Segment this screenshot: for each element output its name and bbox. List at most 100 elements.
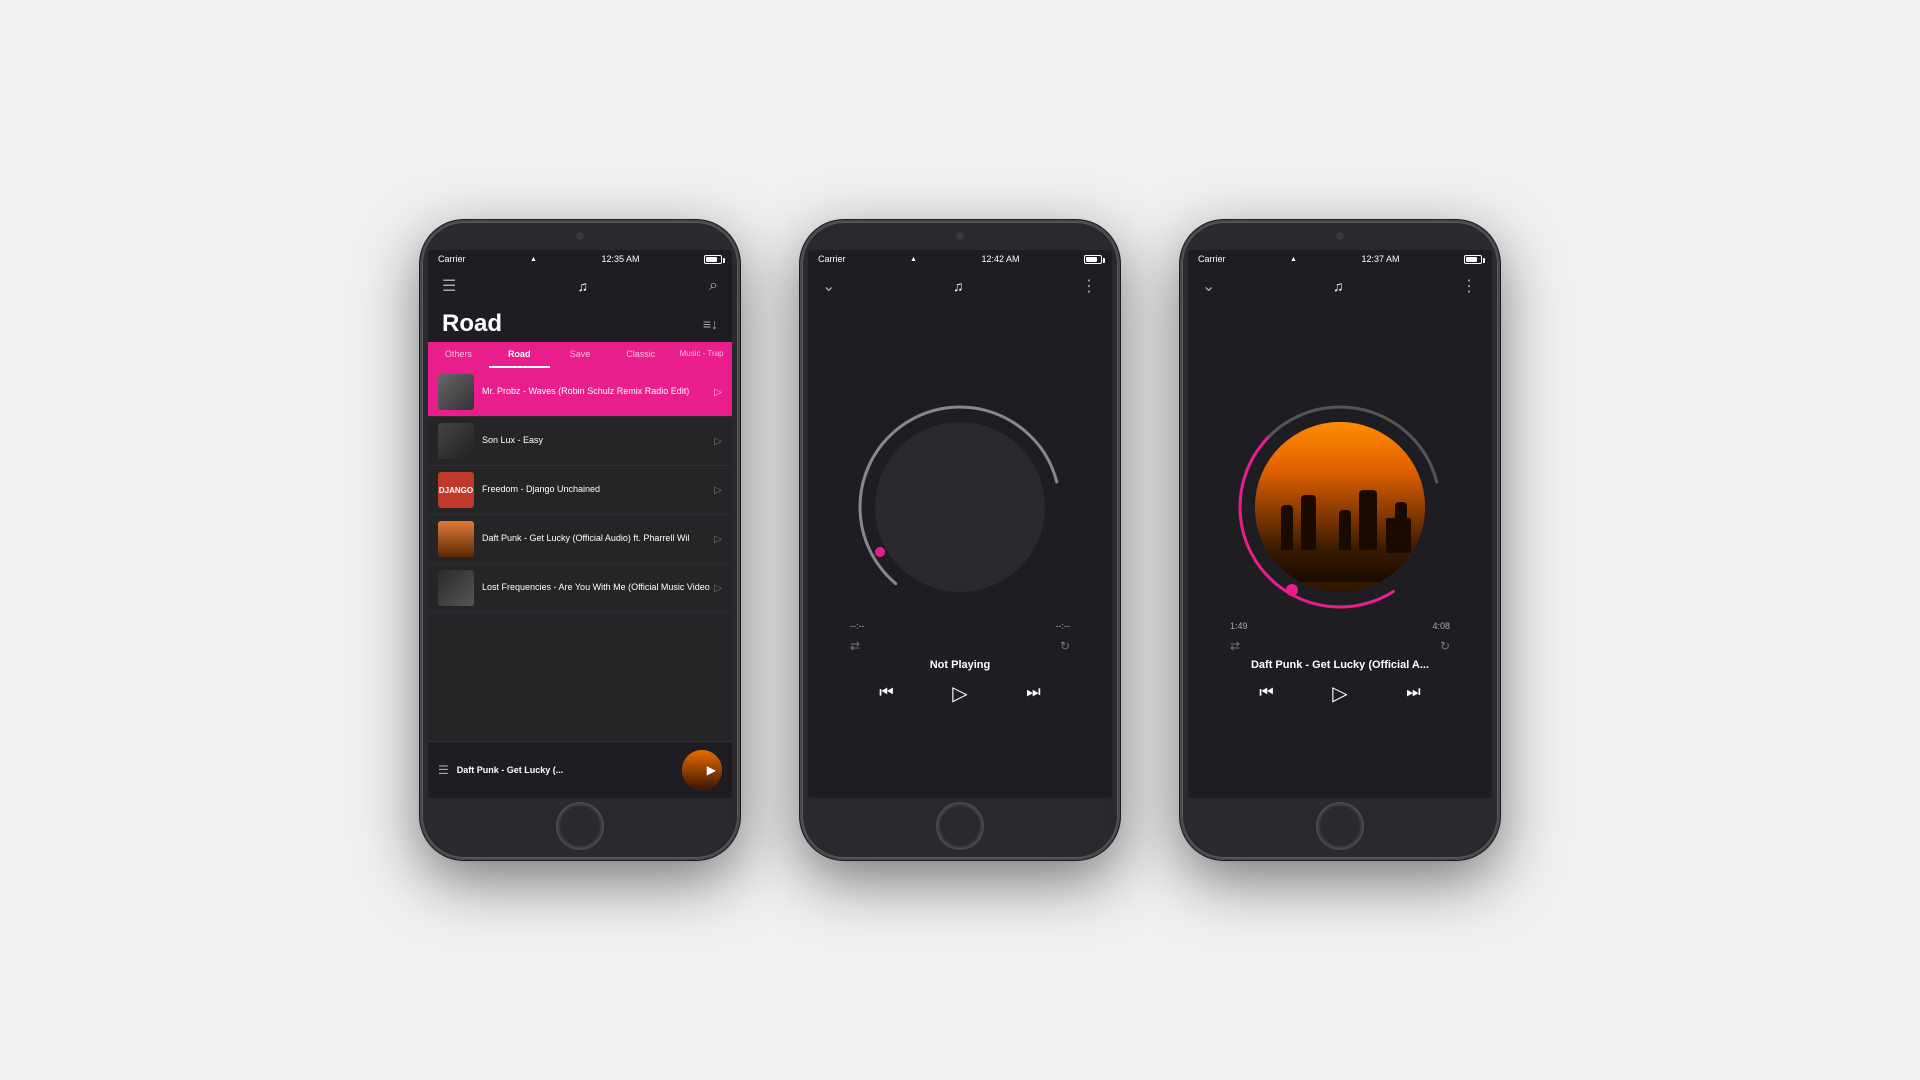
time-2: 12:42 AM: [981, 254, 1019, 264]
sort-icon[interactable]: ≡↓: [703, 316, 718, 332]
mini-player-thumb: ▶: [682, 750, 722, 790]
phone-3-screen: Carrier ▲ 12:37 AM ⌄ ♫ ⋮: [1188, 250, 1492, 798]
home-button-2[interactable]: [936, 802, 984, 850]
song-thumb-1: [438, 374, 474, 410]
carrier-3: Carrier: [1198, 254, 1226, 264]
song-title-5: Lost Frequencies - Are You With Me (Offi…: [482, 582, 714, 594]
playback-controls-3: ⏮ ▷ ⏭: [1230, 681, 1450, 706]
play-btn-5[interactable]: ▷: [714, 583, 722, 594]
wifi-icon-3: ▲: [1290, 256, 1297, 263]
controls-row-3: ⇄ ↻: [1230, 639, 1450, 653]
song-item-2[interactable]: Son Lux - Easy ▷: [428, 417, 732, 466]
tab-road[interactable]: Road: [489, 342, 550, 368]
wifi-icon-2: ▲: [910, 256, 917, 263]
mini-player[interactable]: ☰ Daft Punk - Get Lucky (... ▶: [428, 741, 732, 798]
phone-1: Carrier ▲ 12:35 AM ☰ ♫ ⌕ Road ≡↓ Others: [420, 220, 740, 860]
repeat-icon-2[interactable]: ↻: [1060, 639, 1070, 653]
phone-3: Carrier ▲ 12:37 AM ⌄ ♫ ⋮: [1180, 220, 1500, 860]
carrier-2: Carrier: [818, 254, 846, 264]
song-info-2: Son Lux - Easy: [482, 435, 714, 447]
app-logo: ♫: [577, 278, 588, 294]
play-pause-btn-3[interactable]: ▷: [1332, 681, 1347, 706]
song-title-1: Mr. Probz - Waves (Robin Schulz Remix Ra…: [482, 386, 714, 398]
battery-icon-2: [1084, 255, 1102, 264]
phone-1-screen: Carrier ▲ 12:35 AM ☰ ♫ ⌕ Road ≡↓ Others: [428, 250, 732, 798]
home-button-3[interactable]: [1316, 802, 1364, 850]
home-button-1[interactable]: [556, 802, 604, 850]
battery-icon-3: [1464, 255, 1482, 264]
repeat-icon-3[interactable]: ↻: [1440, 639, 1450, 653]
play-btn-1[interactable]: ▷: [714, 387, 722, 398]
next-btn-3[interactable]: ⏭: [1406, 684, 1420, 702]
tabs-bar: Others Road Save Classic Music - Trap: [428, 342, 732, 368]
options-icon-2[interactable]: ⋮: [1081, 276, 1098, 296]
player-body-2: --:-- --:-- ⇄ ↻ Not Playing ⏮ ▷ ⏭: [808, 304, 1112, 798]
player-header-2: ⌄ ♫ ⋮: [808, 268, 1112, 304]
phone-2: Carrier ▲ 12:42 AM ⌄ ♫ ⋮: [800, 220, 1120, 860]
tab-music-trap[interactable]: Music - Trap: [671, 342, 732, 368]
mini-player-title: Daft Punk - Get Lucky (...: [457, 765, 682, 775]
song-thumb-4: [438, 521, 474, 557]
track-label-2: Not Playing: [930, 659, 991, 671]
mini-menu-icon[interactable]: ☰: [438, 763, 449, 777]
circle-player-2: [850, 397, 1070, 617]
tab-save[interactable]: Save: [550, 342, 611, 368]
player-header-3: ⌄ ♫ ⋮: [1188, 268, 1492, 304]
player-body-3: 1:49 4:08 ⇄ ↻ Daft Punk - Get Lucky (Off…: [1188, 304, 1492, 798]
song-thumb-3: DJANGO: [438, 472, 474, 508]
play-btn-4[interactable]: ▷: [714, 534, 722, 545]
wifi-icon-1: ▲: [530, 256, 537, 263]
player-logo-2: ♫: [953, 278, 964, 294]
song-info-3: Freedom - Django Unchained: [482, 484, 714, 496]
mini-player-info: Daft Punk - Get Lucky (...: [457, 765, 682, 775]
song-title-3: Freedom - Django Unchained: [482, 484, 714, 496]
time-display-3: 1:49 4:08: [1230, 621, 1450, 631]
shuffle-icon-3[interactable]: ⇄: [1230, 639, 1240, 653]
playlist-title-bar: Road ≡↓: [428, 304, 732, 342]
song-item-3[interactable]: DJANGO Freedom - Django Unchained ▷: [428, 466, 732, 515]
carrier-1: Carrier: [438, 254, 466, 264]
album-art-empty: [875, 422, 1045, 592]
song-list: Mr. Probz - Waves (Robin Schulz Remix Ra…: [428, 368, 732, 741]
search-icon[interactable]: ⌕: [709, 277, 718, 295]
time-start-3: 1:49: [1230, 621, 1248, 631]
tab-classic[interactable]: Classic: [610, 342, 671, 368]
menu-icon[interactable]: ☰: [442, 276, 456, 296]
phones-container: Carrier ▲ 12:35 AM ☰ ♫ ⌕ Road ≡↓ Others: [420, 220, 1500, 860]
status-bar-2: Carrier ▲ 12:42 AM: [808, 250, 1112, 268]
prev-btn-2[interactable]: ⏮: [879, 684, 893, 702]
status-bar-3: Carrier ▲ 12:37 AM: [1188, 250, 1492, 268]
album-art-3: [1255, 422, 1425, 592]
chevron-down-icon-3[interactable]: ⌄: [1202, 276, 1215, 296]
song-thumb-2: [438, 423, 474, 459]
play-btn-3[interactable]: ▷: [714, 485, 722, 496]
time-display-2: --:-- --:--: [850, 621, 1070, 631]
status-icons-1: [704, 255, 722, 264]
circle-player-3: [1230, 397, 1450, 617]
time-start-2: --:--: [850, 621, 865, 631]
tab-others[interactable]: Others: [428, 342, 489, 368]
song-info-1: Mr. Probz - Waves (Robin Schulz Remix Ra…: [482, 386, 714, 398]
track-label-3: Daft Punk - Get Lucky (Official A...: [1251, 659, 1429, 671]
player-logo-3: ♫: [1333, 278, 1344, 294]
play-btn-2[interactable]: ▷: [714, 436, 722, 447]
shuffle-icon-2[interactable]: ⇄: [850, 639, 860, 653]
battery-icon-1: [704, 255, 722, 264]
prev-btn-3[interactable]: ⏮: [1259, 684, 1273, 702]
time-1: 12:35 AM: [601, 254, 639, 264]
daftpunk-art: [1255, 422, 1425, 592]
song-item-5[interactable]: Lost Frequencies - Are You With Me (Offi…: [428, 564, 732, 613]
play-pause-btn-2[interactable]: ▷: [952, 681, 967, 706]
song-title-4: Daft Punk - Get Lucky (Official Audio) f…: [482, 533, 714, 545]
phone-2-screen: Carrier ▲ 12:42 AM ⌄ ♫ ⋮: [808, 250, 1112, 798]
song-item-1[interactable]: Mr. Probz - Waves (Robin Schulz Remix Ra…: [428, 368, 732, 417]
chevron-down-icon-2[interactable]: ⌄: [822, 276, 835, 296]
time-end-2: --:--: [1056, 621, 1071, 631]
song-info-5: Lost Frequencies - Are You With Me (Offi…: [482, 582, 714, 594]
controls-row-2: ⇄ ↻: [850, 639, 1070, 653]
next-btn-2[interactable]: ⏭: [1026, 684, 1040, 702]
playback-controls-2: ⏮ ▷ ⏭: [850, 681, 1070, 706]
options-icon-3[interactable]: ⋮: [1461, 276, 1478, 296]
time-end-3: 4:08: [1432, 621, 1450, 631]
song-item-4[interactable]: Daft Punk - Get Lucky (Official Audio) f…: [428, 515, 732, 564]
